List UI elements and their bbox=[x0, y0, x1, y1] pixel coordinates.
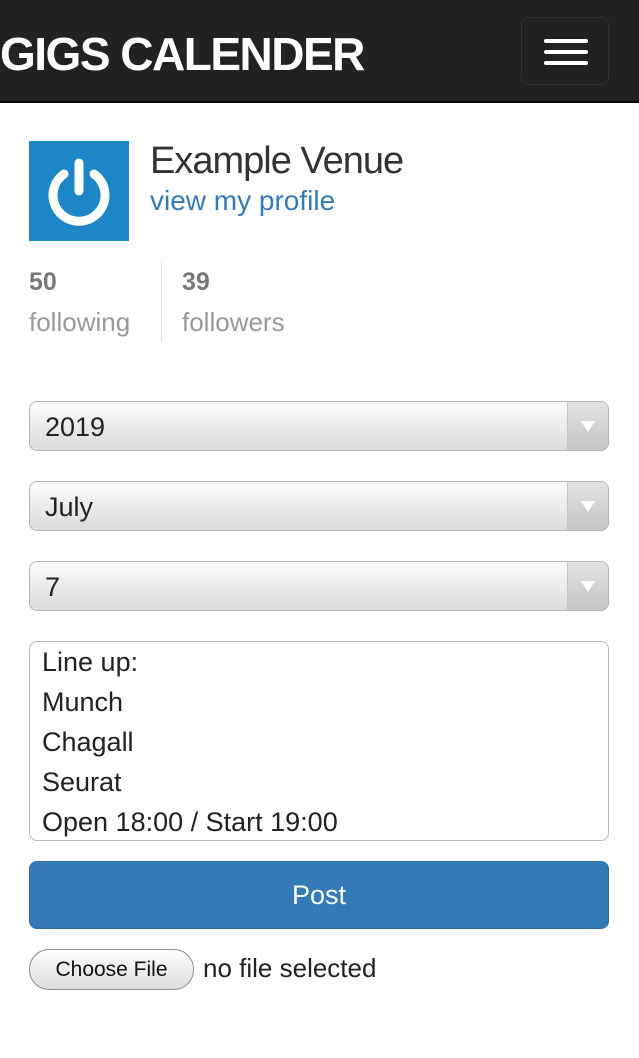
top-navbar: GIGS CALENDER bbox=[0, 0, 639, 103]
day-dropdown-button[interactable] bbox=[567, 562, 608, 610]
followers-label[interactable]: followers bbox=[182, 306, 285, 338]
menu-bar bbox=[544, 61, 588, 65]
venue-name: Example Venue bbox=[150, 140, 404, 182]
hamburger-menu-icon[interactable] bbox=[521, 17, 609, 85]
view-profile-link[interactable]: view my profile bbox=[150, 183, 335, 219]
chevron-down-icon bbox=[581, 501, 595, 512]
chevron-down-icon bbox=[581, 581, 595, 592]
following-label[interactable]: following bbox=[29, 306, 130, 338]
month-select[interactable]: July bbox=[29, 481, 609, 531]
description-textarea[interactable]: Line up: Munch Chagall Seurat Open 18:00… bbox=[29, 641, 609, 841]
stats-divider bbox=[161, 262, 162, 342]
file-status-text: no file selected bbox=[203, 953, 377, 983]
post-button[interactable]: Post bbox=[29, 861, 609, 929]
power-icon bbox=[48, 158, 110, 226]
year-dropdown-button[interactable] bbox=[567, 402, 608, 450]
month-dropdown-button[interactable] bbox=[567, 482, 608, 530]
chevron-down-icon bbox=[581, 421, 595, 432]
day-selected-value: 7 bbox=[45, 572, 61, 602]
textarea-line: Line up: bbox=[42, 647, 139, 677]
avatar[interactable] bbox=[29, 141, 129, 241]
choose-file-button[interactable]: Choose File bbox=[29, 949, 194, 990]
following-count: 50 bbox=[29, 268, 57, 296]
textarea-line: Chagall bbox=[42, 727, 134, 757]
textarea-line: Munch bbox=[42, 687, 124, 717]
textarea-line: Seurat bbox=[42, 767, 122, 797]
menu-bar bbox=[544, 50, 588, 54]
followers-count: 39 bbox=[182, 268, 210, 296]
year-selected-value: 2019 bbox=[45, 412, 106, 442]
textarea-line: Open 18:00 / Start 19:00 bbox=[42, 807, 338, 837]
day-select[interactable]: 7 bbox=[29, 561, 609, 611]
menu-bar bbox=[544, 39, 588, 43]
brand-title[interactable]: GIGS CALENDER bbox=[0, 28, 365, 80]
year-select[interactable]: 2019 bbox=[29, 401, 609, 451]
month-selected-value: July bbox=[45, 492, 94, 522]
